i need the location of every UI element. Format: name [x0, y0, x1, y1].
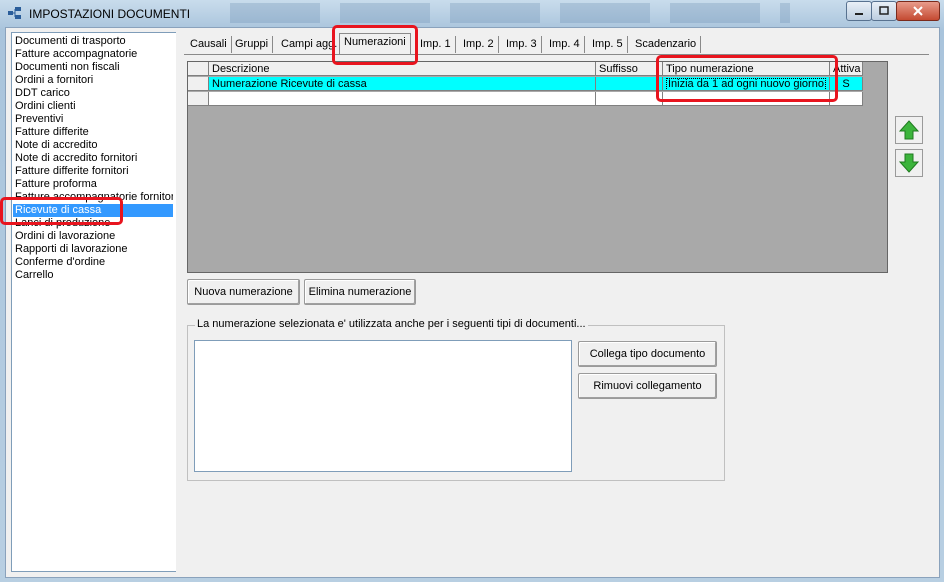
document-type-item[interactable]: Fatture differite fornitori — [15, 165, 173, 178]
window-title: IMPOSTAZIONI DOCUMENTI — [29, 7, 191, 21]
tab-imp-5[interactable]: Imp. 5 — [588, 36, 628, 53]
tab-causali[interactable]: Causali — [186, 36, 232, 53]
document-type-item[interactable]: Conferme d'ordine — [15, 256, 173, 269]
cell-descrizione[interactable]: Numerazione Ricevute di cassa — [209, 77, 596, 91]
cell-empty[interactable] — [830, 92, 863, 106]
linked-documents-list[interactable] — [194, 340, 572, 472]
linked-documents-group: La numerazione selezionata e' utilizzata… — [187, 318, 725, 481]
remove-link-button[interactable]: Rimuovi collegamento — [578, 373, 717, 399]
tab-imp-3[interactable]: Imp. 3 — [502, 36, 542, 53]
app-window: IMPOSTAZIONI DOCUMENTI Documenti di tras… — [0, 0, 944, 582]
arrow-down-icon — [899, 153, 919, 173]
numbering-grid[interactable]: Descrizione Suffisso Tipo numerazione At… — [187, 61, 888, 273]
tab-strip-divider — [184, 54, 929, 55]
tab-gruppi[interactable]: Gruppi — [231, 36, 274, 53]
grid-corner-cell — [188, 62, 209, 76]
linked-documents-group-label: La numerazione selezionata e' utilizzata… — [195, 318, 588, 330]
minimize-button[interactable] — [846, 1, 872, 21]
title-bar[interactable]: IMPOSTAZIONI DOCUMENTI — [0, 0, 944, 26]
cell-tipo-numerazione[interactable]: Inizia da 1 ad ogni nuovo giorno — [663, 77, 830, 91]
tab-numerazioni[interactable]: Numerazioni — [339, 33, 411, 55]
close-button[interactable] — [896, 1, 940, 21]
tab-campi-agg[interactable]: Campi agg. — [277, 36, 343, 53]
cell-attiva[interactable]: S — [830, 77, 863, 91]
document-type-item[interactable]: Note di accredito — [15, 139, 173, 152]
tab-imp-1[interactable]: Imp. 1 — [416, 36, 456, 53]
tab-panel: Causali Gruppi Campi agg. Numerazioni Im… — [176, 28, 938, 575]
document-type-item[interactable]: Rapporti di lavorazione — [15, 243, 173, 256]
document-type-item[interactable]: Documenti non fiscali — [15, 61, 173, 74]
document-type-item[interactable]: Fatture accompagnatorie fornitori — [15, 191, 173, 204]
document-type-item[interactable]: Fatture differite — [15, 126, 173, 139]
column-header-suffisso[interactable]: Suffisso — [596, 62, 663, 76]
app-icon — [8, 7, 24, 19]
grid-header-row: Descrizione Suffisso Tipo numerazione At… — [188, 62, 863, 77]
column-header-attiva[interactable]: Attiva — [830, 62, 863, 76]
document-type-item[interactable]: Note di accredito fornitori — [15, 152, 173, 165]
column-header-tipo-numerazione[interactable]: Tipo numerazione — [663, 62, 830, 76]
minimize-icon — [855, 13, 863, 15]
maximize-icon — [879, 6, 889, 15]
table-row[interactable]: Numerazione Ricevute di cassa Inizia da … — [188, 77, 863, 92]
maximize-button[interactable] — [871, 1, 897, 21]
cell-empty[interactable] — [209, 92, 596, 106]
row-selector[interactable] — [188, 77, 209, 91]
cell-empty[interactable] — [596, 92, 663, 106]
tab-imp-4[interactable]: Imp. 4 — [545, 36, 585, 53]
row-selector[interactable] — [188, 92, 209, 106]
delete-numbering-button[interactable]: Elimina numerazione — [304, 279, 416, 305]
document-type-item[interactable]: Ordini di lavorazione — [15, 230, 173, 243]
move-down-button[interactable] — [895, 149, 923, 177]
cell-tipo-numerazione-value: Inizia da 1 ad ogni nuovo giorno — [666, 78, 826, 90]
document-type-item[interactable]: DDT carico — [15, 87, 173, 100]
link-document-type-button[interactable]: Collega tipo documento — [578, 341, 717, 367]
document-type-item[interactable]: Ordini a fornitori — [15, 74, 173, 87]
document-type-item[interactable]: Fatture accompagnatorie — [15, 48, 173, 61]
background-taskbar-ghost — [230, 3, 790, 23]
cell-suffisso[interactable] — [596, 77, 663, 91]
document-type-item[interactable]: Lanci di produzione — [15, 217, 173, 230]
tab-scadenzario[interactable]: Scadenzario — [631, 36, 702, 53]
tab-imp-2[interactable]: Imp. 2 — [459, 36, 499, 53]
document-type-item[interactable]: Fatture proforma — [15, 178, 173, 191]
document-type-item[interactable]: Documenti di trasporto — [15, 35, 173, 48]
table-row-new[interactable] — [188, 92, 863, 107]
window-client-area: Documenti di trasporto Fatture accompagna… — [5, 27, 940, 578]
document-type-item[interactable]: Ordini clienti — [15, 100, 173, 113]
document-type-item[interactable]: Carrello — [15, 269, 173, 282]
cell-empty[interactable] — [663, 92, 830, 106]
document-type-item[interactable]: Preventivi — [15, 113, 173, 126]
column-header-descrizione[interactable]: Descrizione — [209, 62, 596, 76]
document-type-item[interactable]: Ricevute di cassa — [13, 204, 173, 217]
move-up-button[interactable] — [895, 116, 923, 144]
close-icon — [913, 6, 923, 16]
arrow-up-icon — [899, 120, 919, 140]
document-type-list[interactable]: Documenti di trasporto Fatture accompagna… — [11, 32, 177, 572]
new-numbering-button[interactable]: Nuova numerazione — [187, 279, 300, 305]
